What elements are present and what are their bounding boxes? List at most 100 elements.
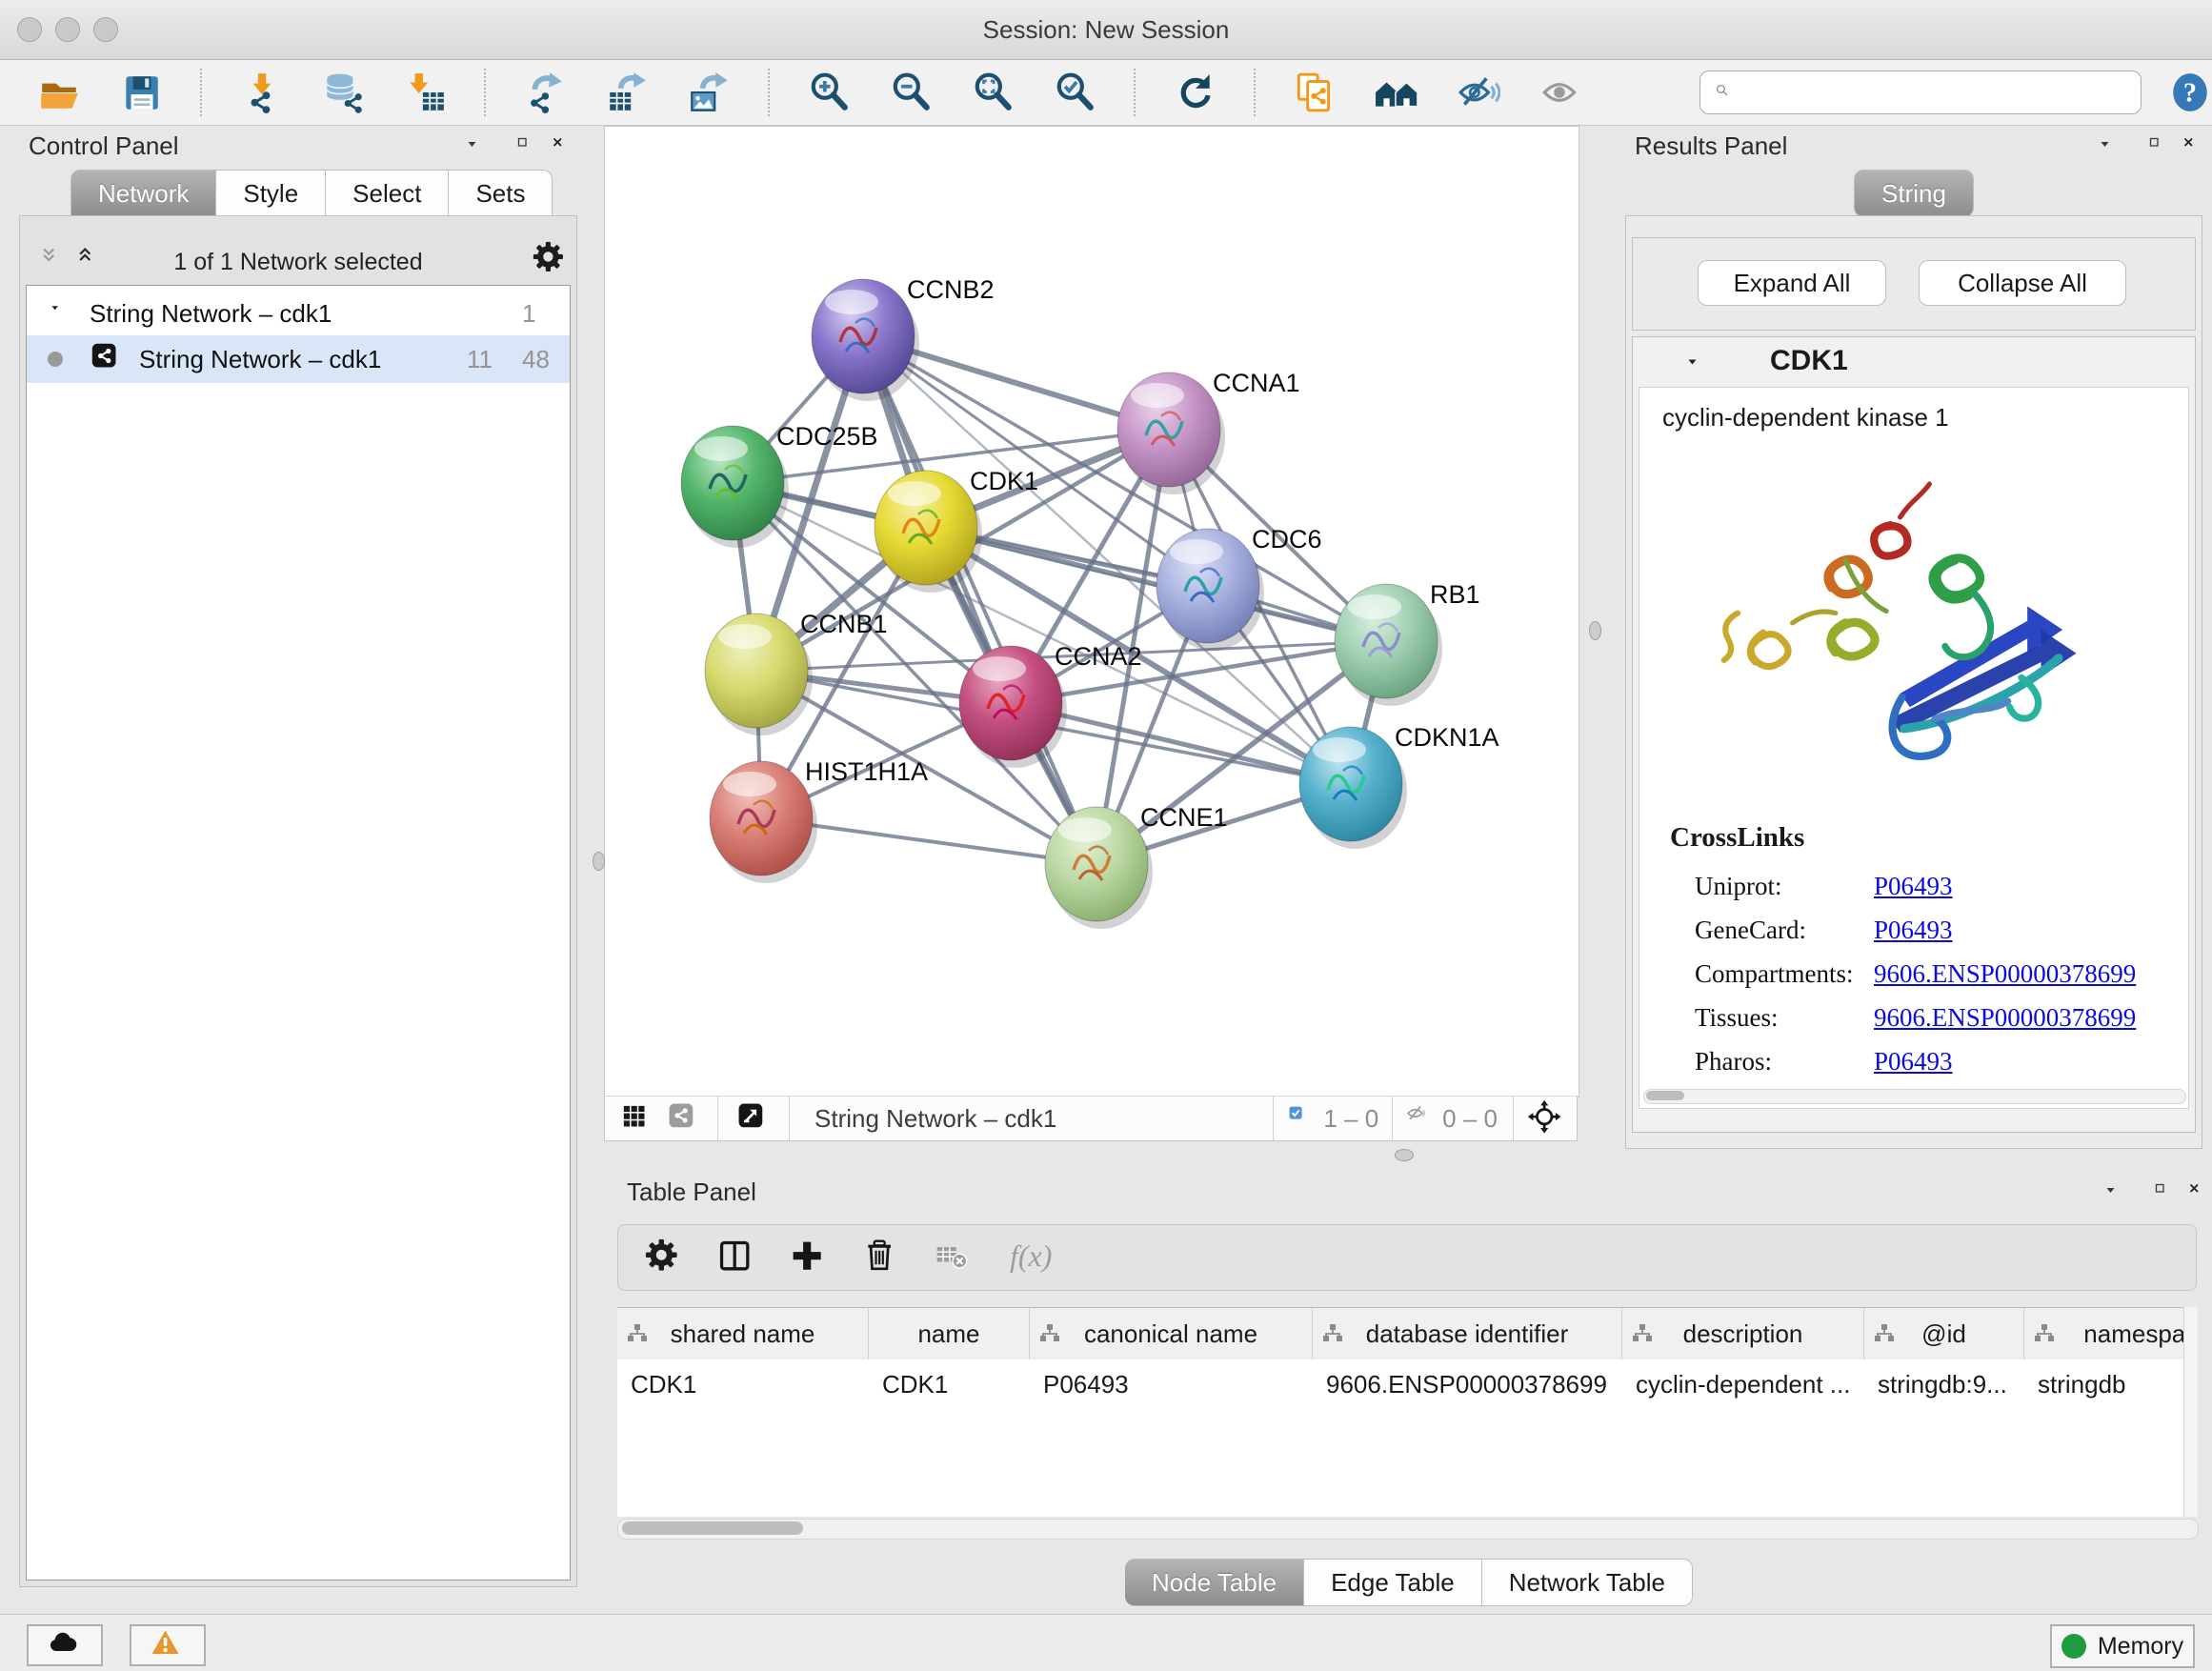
table-row[interactable]: CDK1CDK1P064939606.ENSP00000378699cyclin… [617,1359,2197,1409]
network-node-cdk1[interactable]: CDK1 [875,467,1038,593]
bottom-splitter-handle[interactable] [1395,1149,1414,1161]
table-panel-collapse-icon[interactable] [2105,1185,2126,1206]
open-session-button[interactable] [36,70,82,115]
grid-view-icon[interactable] [620,1102,653,1135]
zoom-fit-button[interactable] [970,70,1016,115]
delete-column-icon[interactable] [862,1238,900,1277]
cell-name[interactable]: CDK1 [869,1359,1030,1409]
table-empty-area [617,1409,2197,1517]
tree-expand-icon[interactable] [51,305,69,322]
export-image-button[interactable] [686,70,732,115]
results-panel-close-icon[interactable] [2183,137,2204,158]
right-splitter-handle[interactable] [1589,621,1601,640]
zoom-in-button[interactable] [806,70,852,115]
tab-network-table[interactable]: Network Table [1482,1559,1693,1606]
cell-database-identifier[interactable]: 9606.ENSP00000378699 [1313,1359,1622,1409]
column-header-canonical-name[interactable]: canonical name [1030,1308,1313,1359]
table-vscrollbar[interactable] [2183,1307,2198,1517]
network-node-ccna1[interactable]: CCNA1 [1117,369,1300,494]
cell--id[interactable]: stringdb:9... [1864,1359,2024,1409]
table-panel-close-icon[interactable] [2189,1183,2210,1204]
left-splitter-handle[interactable] [593,852,605,871]
network-node-cdc25b[interactable]: CDC25B [681,422,878,548]
control-panel-collapse-icon[interactable] [467,139,488,160]
network-canvas[interactable]: CCNB2CCNA1CDC25BCDK1CDC6RB1CCNB1CCNA2CDK… [604,126,1579,1097]
table-hscrollbar[interactable] [617,1519,2199,1540]
hide-selected-button[interactable] [1456,70,1501,115]
save-session-button[interactable] [118,70,164,115]
results-buttons-box: Expand All Collapse All [1632,237,2196,331]
tab-edge-table[interactable]: Edge Table [1304,1559,1482,1606]
crosslink-value-link[interactable]: 9606.ENSP00000378699 [1874,1003,2136,1033]
zoom-out-button[interactable] [888,70,934,115]
section-collapse-icon[interactable] [1688,358,1709,379]
crosslink-value-link[interactable]: 9606.ENSP00000378699 [1874,959,2136,989]
cell-shared-name[interactable]: CDK1 [617,1359,869,1409]
add-column-icon[interactable] [790,1238,828,1277]
zoom-selected-button[interactable] [1052,70,1097,115]
tab-sets[interactable]: Sets [449,170,553,217]
network-node-hist1h1a[interactable]: HIST1H1A [710,757,928,883]
expand-all-button[interactable]: Expand All [1698,260,1886,306]
memory-button[interactable]: Memory [2050,1624,2195,1668]
birdseye-view-icon[interactable] [737,1102,770,1135]
table-toolbar: f(x) [617,1224,2197,1291]
network-footer-title: String Network – cdk1 [814,1104,1056,1134]
cell-canonical-name[interactable]: P06493 [1030,1359,1313,1409]
control-panel-close-icon[interactable] [553,137,573,158]
gear-icon[interactable] [533,241,569,277]
tab-network[interactable]: Network [70,170,216,217]
show-all-button[interactable] [1538,70,1583,115]
network-node-ccnb2[interactable]: CCNB2 [812,275,995,401]
refresh-button[interactable] [1172,70,1217,115]
collapse-all-button[interactable]: Collapse All [1919,260,2126,306]
tab-style[interactable]: Style [216,170,326,217]
search-input[interactable] [1737,78,2141,107]
column-header-description[interactable]: description [1622,1308,1864,1359]
column-header-shared-name[interactable]: shared name [617,1308,869,1359]
network-row[interactable]: String Network – cdk1 11 48 [27,335,570,383]
share-view-icon[interactable] [668,1102,700,1135]
crosslink-value-link[interactable]: P06493 [1874,1047,1953,1077]
network-node-ccne1[interactable]: CCNE1 [1045,803,1228,929]
table-panel-float-icon[interactable] [2155,1183,2176,1204]
network-node-rb1[interactable]: RB1 [1335,580,1480,706]
node-label: CCNA1 [1213,369,1300,397]
column-header-database-identifier[interactable]: database identifier [1313,1308,1622,1359]
settings-gear-icon[interactable] [645,1238,683,1277]
warning-button[interactable] [130,1624,206,1666]
cloud-button[interactable] [27,1624,103,1666]
columns-icon[interactable] [717,1238,755,1277]
help-button[interactable]: ? [2168,70,2212,115]
import-table-button[interactable] [402,70,448,115]
cell-description[interactable]: cyclin-dependent ... [1622,1359,1864,1409]
delete-table-icon[interactable] [935,1238,973,1277]
selected-checkbox-icon[interactable] [1289,1106,1314,1131]
control-panel-float-icon[interactable] [517,137,538,158]
first-neighbors-button[interactable] [1374,70,1419,115]
crosslink-value-link[interactable]: P06493 [1874,872,1953,901]
column-header-namespace[interactable]: namespace [2024,1308,2197,1359]
tab-select[interactable]: Select [326,170,449,217]
network-node-ccnb1[interactable]: CCNB1 [705,610,888,735]
fx-icon[interactable]: f(x) [1007,1238,1070,1277]
crosslinks-title: CrossLinks [1670,822,1804,854]
export-network-button[interactable] [522,70,568,115]
column-header--id[interactable]: @id [1864,1308,2024,1359]
tab-string[interactable]: String [1854,170,1974,217]
crosslink-value-link[interactable]: P06493 [1874,916,1953,945]
column-header-name[interactable]: name [869,1308,1030,1359]
import-database-button[interactable] [320,70,366,115]
export-table-button[interactable] [604,70,650,115]
cell-namespace[interactable]: stringdb [2024,1359,2197,1409]
results-panel-float-icon[interactable] [2149,137,2170,158]
hidden-eye-icon[interactable] [1406,1104,1435,1133]
results-hscrollbar[interactable] [1643,1089,2186,1104]
import-network-button[interactable] [238,70,284,115]
copy-network-button[interactable] [1292,70,1337,115]
network-node-cdkn1a[interactable]: CDKN1A [1299,723,1499,849]
network-collection-row[interactable]: String Network – cdk1 1 [27,292,570,335]
tab-node-table[interactable]: Node Table [1125,1559,1304,1606]
crosshair-icon[interactable] [1527,1099,1565,1137]
results-panel-collapse-icon[interactable] [2100,139,2121,160]
